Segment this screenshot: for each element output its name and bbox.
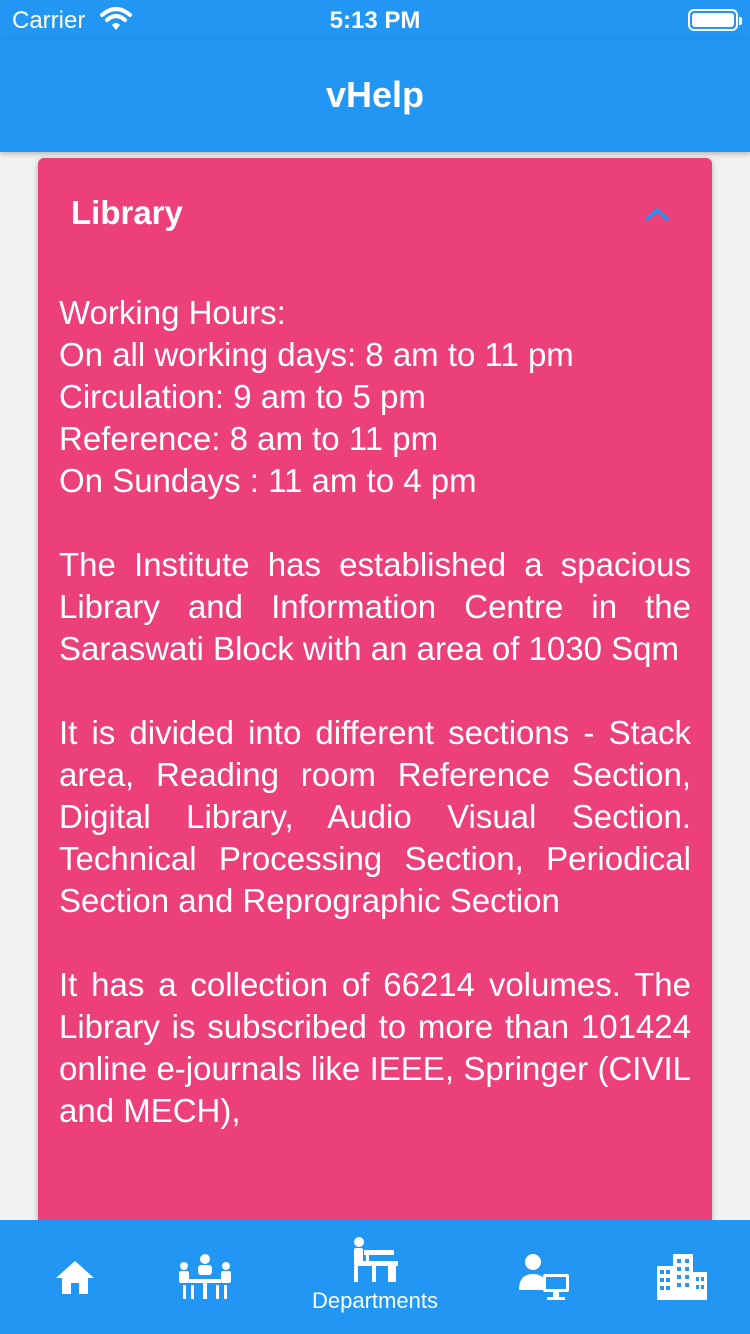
hours-line: On all working days: 8 am to 11 pm [59,336,574,373]
nav-bar: vHelp [0,40,750,152]
battery-icon [688,9,742,31]
app-title: vHelp [325,74,425,115]
meeting-icon [179,1254,231,1299]
tab-user-computer[interactable] [470,1220,620,1334]
home-icon [56,1261,94,1294]
hours-heading: Working Hours: [59,294,286,331]
tab-meeting[interactable] [130,1220,280,1334]
card-title[interactable]: Library [71,194,183,232]
tab-buildings[interactable] [607,1220,750,1334]
description-paragraph: The Institute has established a spacious… [59,546,691,667]
status-time: 5:13 PM [329,7,421,34]
library-card: Library Working Hours: On all working da… [38,158,712,1220]
tab-home[interactable] [0,1220,150,1334]
description-paragraph: It is divided into different sections - … [59,714,691,919]
description-paragraph: It has a collection of 66214 volumes. Th… [59,966,691,1129]
working-hours: Working Hours: On all working days: 8 am… [59,292,691,502]
hours-line: Circulation: 9 am to 5 pm [59,378,426,415]
buildings-icon [657,1254,707,1300]
tab-departments[interactable]: Departments [300,1220,450,1334]
user-computer-icon [519,1254,569,1300]
tab-bar: Departments [0,1220,750,1334]
hours-line: On Sundays : 11 am to 4 pm [59,462,477,499]
card-body: Working Hours: On all working days: 8 am… [59,292,691,1174]
hours-line: Reference: 8 am to 11 pm [59,420,439,457]
status-bar: Carrier 5:13 PM [0,0,750,40]
tab-label-departments: Departments [312,1288,438,1313]
departments-icon [354,1237,398,1282]
chevron-up-icon[interactable] [642,204,672,224]
